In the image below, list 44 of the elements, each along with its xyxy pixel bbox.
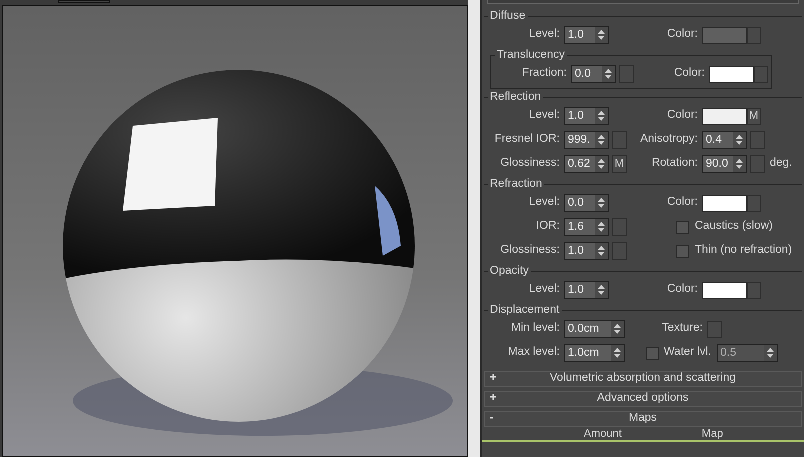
field-label: IOR:: [535, 219, 561, 234]
field-label: Color:: [666, 195, 699, 210]
checkbox[interactable]: [676, 220, 689, 234]
field-label: Water lvl.: [664, 345, 712, 360]
field-label: Min level:: [510, 321, 561, 336]
field-label: Color:: [666, 27, 699, 42]
field-label: Color:: [673, 66, 706, 82]
rollout-toggle[interactable]: +: [490, 373, 497, 385]
field-label: Color:: [666, 282, 699, 298]
column-header: Amount: [584, 429, 622, 440]
rollout-toggle[interactable]: +: [490, 393, 497, 405]
field-label: Max level:: [507, 345, 561, 360]
field-label: Glossiness:: [500, 156, 561, 172]
field-label: Level:: [528, 282, 561, 298]
field-label: Level:: [528, 195, 561, 210]
field-label: Level:: [528, 108, 561, 124]
color-swatch[interactable]: [709, 66, 754, 82]
field-label: Level:: [528, 27, 561, 42]
color-swatch[interactable]: [702, 26, 747, 44]
rollout-toggle[interactable]: -: [490, 413, 494, 425]
field-label: Color:: [666, 108, 699, 124]
checkbox-label: Caustics (slow): [695, 219, 773, 234]
field-label: Texture:: [661, 321, 704, 336]
field-label: Glossiness:: [500, 243, 561, 258]
map-button[interactable]: M: [612, 155, 627, 173]
field-label: Fresnel IOR:: [494, 132, 561, 148]
color-swatch[interactable]: [702, 194, 747, 212]
field-label: Rotation:: [650, 156, 699, 172]
color-swatch[interactable]: [702, 108, 747, 124]
rollout-header[interactable]: + Volumetric absorption and scattering: [484, 371, 802, 387]
rollout-header[interactable]: + Advanced options: [484, 391, 802, 407]
group-title: Opacity: [488, 264, 531, 278]
scrollbar-track[interactable]: [468, 0, 482, 457]
rollout-header[interactable]: - Maps: [484, 411, 802, 427]
group-title: Translucency: [495, 48, 567, 62]
unit-label: deg.: [770, 156, 792, 172]
group-title: Displacement: [488, 303, 562, 317]
field-label: Anisotropy:: [639, 132, 699, 148]
map-button[interactable]: M: [747, 108, 761, 124]
column-header: Map: [702, 429, 724, 440]
field-label: Fraction:: [521, 66, 568, 82]
checkbox-label: Thin (no refraction): [695, 243, 792, 258]
checkbox[interactable]: [676, 244, 689, 258]
color-swatch[interactable]: [702, 282, 747, 298]
